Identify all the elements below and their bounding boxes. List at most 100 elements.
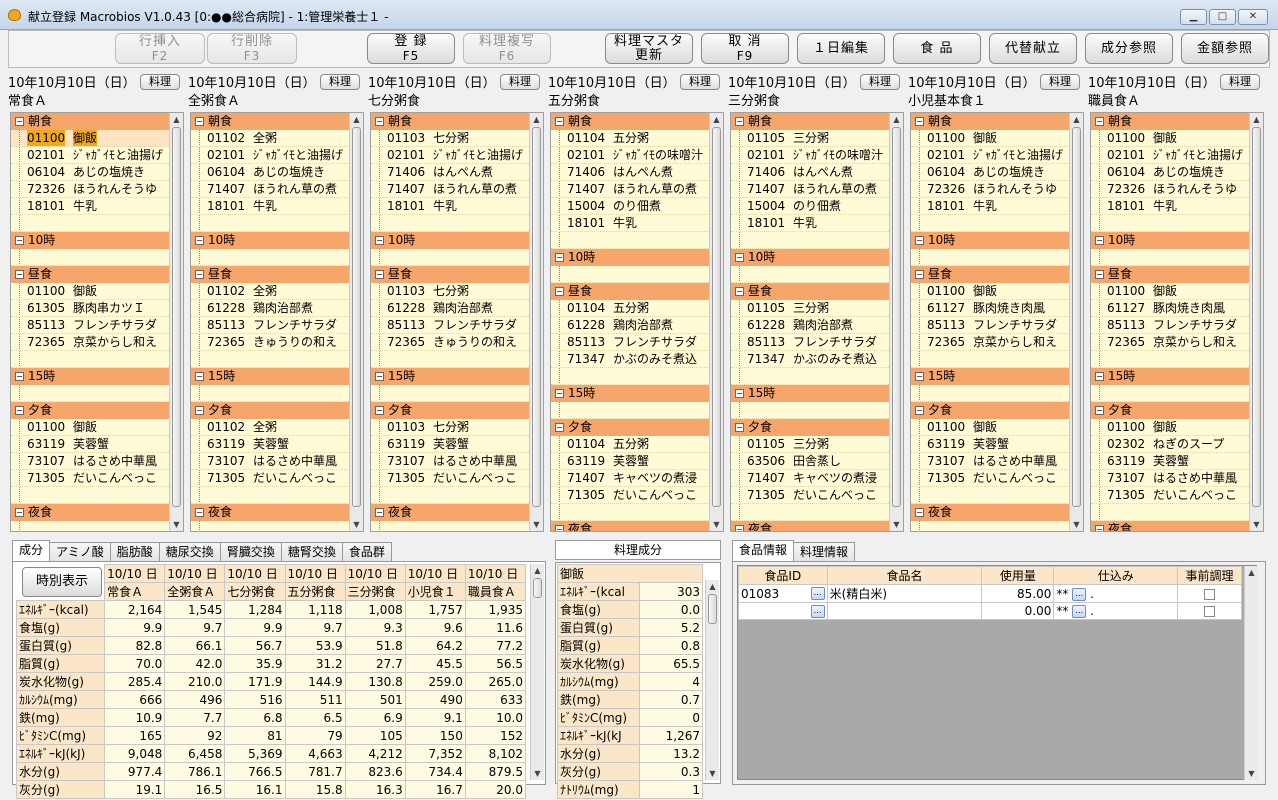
empty-row[interactable] [191, 385, 363, 402]
collapse-icon[interactable]: − [15, 270, 24, 279]
dish-row[interactable]: 73107 はるさめ中華風 [911, 453, 1083, 470]
dish-row[interactable]: 18101 牛乳 [551, 215, 723, 232]
dish-row[interactable]: 71407 ほうれん草の煮 [551, 181, 723, 198]
dish-row[interactable]: 01100 御飯 [911, 419, 1083, 436]
collapse-icon[interactable]: − [15, 236, 24, 245]
dish-row[interactable]: 02101 ｼﾞｬｶﾞｲﾓと油揚げ [1091, 147, 1263, 164]
empty-row[interactable] [191, 487, 363, 504]
update-master-button[interactable]: 料理マスタ 更新 [605, 33, 693, 64]
collapse-icon[interactable]: − [375, 117, 384, 126]
maximize-button[interactable]: □ [1209, 9, 1236, 25]
collapse-icon[interactable]: − [915, 270, 924, 279]
minimize-button[interactable]: ▁ [1180, 9, 1207, 25]
meal-header[interactable]: − 夜食 [371, 504, 543, 521]
meal-header[interactable]: − 夕食 [551, 419, 723, 436]
collapse-icon[interactable]: − [15, 372, 24, 381]
meal-header[interactable]: − 夜食 [1091, 521, 1263, 531]
meal-header[interactable]: − 昼食 [731, 283, 903, 300]
empty-row[interactable] [11, 215, 183, 232]
dish-row[interactable]: 71305 だいこんべっこ [551, 487, 723, 504]
collapse-icon[interactable]: − [195, 508, 204, 517]
food-id[interactable]: 01083 [741, 587, 779, 601]
meal-header[interactable]: − 夜食 [11, 504, 183, 521]
collapse-icon[interactable]: − [1095, 236, 1104, 245]
meal-header[interactable]: −15時 [1091, 368, 1263, 385]
dish-row[interactable]: 06104 あじの塩焼き [1091, 164, 1263, 181]
collapse-icon[interactable]: − [555, 389, 564, 398]
collapse-icon[interactable]: − [15, 508, 24, 517]
dish-row[interactable]: 71305 だいこんべっこ [911, 470, 1083, 487]
collapse-icon[interactable]: − [915, 508, 924, 517]
dish-row[interactable]: 18101 牛乳 [911, 198, 1083, 215]
cancel-button[interactable]: 取 消 F9 [701, 33, 789, 64]
empty-row[interactable] [911, 487, 1083, 504]
dish-row[interactable]: 71407 ほうれん草の煮 [731, 181, 903, 198]
dish-row[interactable]: 01105 三分粥 [731, 130, 903, 147]
meal-header[interactable]: − 夕食 [371, 402, 543, 419]
empty-row[interactable] [11, 249, 183, 266]
meal-header[interactable]: − 夕食 [1091, 402, 1263, 419]
empty-row[interactable] [11, 487, 183, 504]
alt-menu-button[interactable]: 代替献立 [989, 33, 1077, 64]
tab-food-1[interactable]: 料理情報 [793, 542, 856, 562]
meal-header[interactable]: −10時 [551, 249, 723, 266]
dish-row[interactable]: 72326 ほうれんそうゆ [911, 181, 1083, 198]
pre-cook-checkbox[interactable] [1204, 606, 1216, 617]
dish-row[interactable]: 71407 ほうれん草の煮 [371, 181, 543, 198]
dish-row[interactable]: 85113 フレンチサラダ [371, 317, 543, 334]
tab-nutrition-3[interactable]: 糖尿交換 [158, 542, 221, 562]
dish-row[interactable]: 61127 豚肉焼き肉風 [1091, 300, 1263, 317]
meal-header[interactable]: − 昼食 [911, 266, 1083, 283]
dish-row[interactable]: 01100 御飯 [1091, 283, 1263, 300]
collapse-icon[interactable]: − [195, 372, 204, 381]
meal-header[interactable]: − 夜食 [911, 504, 1083, 521]
dish-row[interactable]: 02101 ｼﾞｬｶﾞｲﾓと油揚げ [911, 147, 1083, 164]
dish-row[interactable]: 63119 芙蓉蟹 [911, 436, 1083, 453]
dish-row[interactable]: 06104 あじの塩焼き [11, 164, 183, 181]
prep-search-button[interactable]: … [1072, 587, 1087, 601]
meal-header[interactable]: − 朝食 [1091, 113, 1263, 130]
dish-row[interactable]: 73107 はるさめ中華風 [1091, 470, 1263, 487]
food-name[interactable] [826, 602, 983, 620]
empty-row[interactable] [551, 266, 723, 283]
copy-dish-button[interactable]: 料理複写 F6 [463, 33, 551, 64]
meal-header[interactable]: − 朝食 [191, 113, 363, 130]
insert-row-button[interactable]: 行挿入 F2 [115, 33, 205, 64]
food-name[interactable]: 米(精白米) [826, 584, 983, 603]
collapse-icon[interactable]: − [915, 117, 924, 126]
meal-header[interactable]: −15時 [911, 368, 1083, 385]
dish-row[interactable]: 18101 牛乳 [371, 198, 543, 215]
register-button[interactable]: 登 録 F5 [367, 33, 455, 64]
dish-row[interactable]: 01102 全粥 [191, 419, 363, 436]
empty-row[interactable] [911, 215, 1083, 232]
empty-row[interactable] [191, 351, 363, 368]
empty-row[interactable] [191, 521, 363, 531]
delete-row-button[interactable]: 行削除 F3 [207, 33, 297, 64]
empty-row[interactable] [371, 215, 543, 232]
dish-row[interactable]: 01100 御飯 [11, 130, 183, 147]
ryori-button[interactable]: 料理 [500, 74, 540, 90]
empty-row[interactable] [191, 215, 363, 232]
dish-row[interactable]: 06104 あじの塩焼き [911, 164, 1083, 181]
dish-row[interactable]: 71406 はんぺん煮 [371, 164, 543, 181]
dish-row[interactable]: 01104 五分粥 [551, 300, 723, 317]
close-button[interactable]: ✕ [1238, 9, 1268, 25]
menu-scrollbar[interactable]: ▲ ▼ [349, 113, 363, 531]
collapse-icon[interactable]: − [195, 117, 204, 126]
empty-row[interactable] [11, 385, 183, 402]
dish-row[interactable]: 85113 フレンチサラダ [551, 334, 723, 351]
empty-row[interactable] [551, 368, 723, 385]
empty-row[interactable] [551, 504, 723, 521]
dish-row[interactable]: 01100 御飯 [911, 130, 1083, 147]
ref-ingredients-button[interactable]: 成分参照 [1085, 33, 1173, 64]
dish-row[interactable]: 01100 御飯 [911, 283, 1083, 300]
menu-scrollbar[interactable]: ▲ ▼ [709, 113, 723, 531]
meal-header[interactable]: − 夜食 [191, 504, 363, 521]
dish-row[interactable]: 71305 だいこんべっこ [1091, 487, 1263, 504]
collapse-icon[interactable]: − [375, 270, 384, 279]
ryori-button[interactable]: 料理 [860, 74, 900, 90]
empty-row[interactable] [371, 385, 543, 402]
collapse-icon[interactable]: − [555, 525, 564, 531]
empty-row[interactable] [731, 368, 903, 385]
meal-header[interactable]: − 昼食 [551, 283, 723, 300]
